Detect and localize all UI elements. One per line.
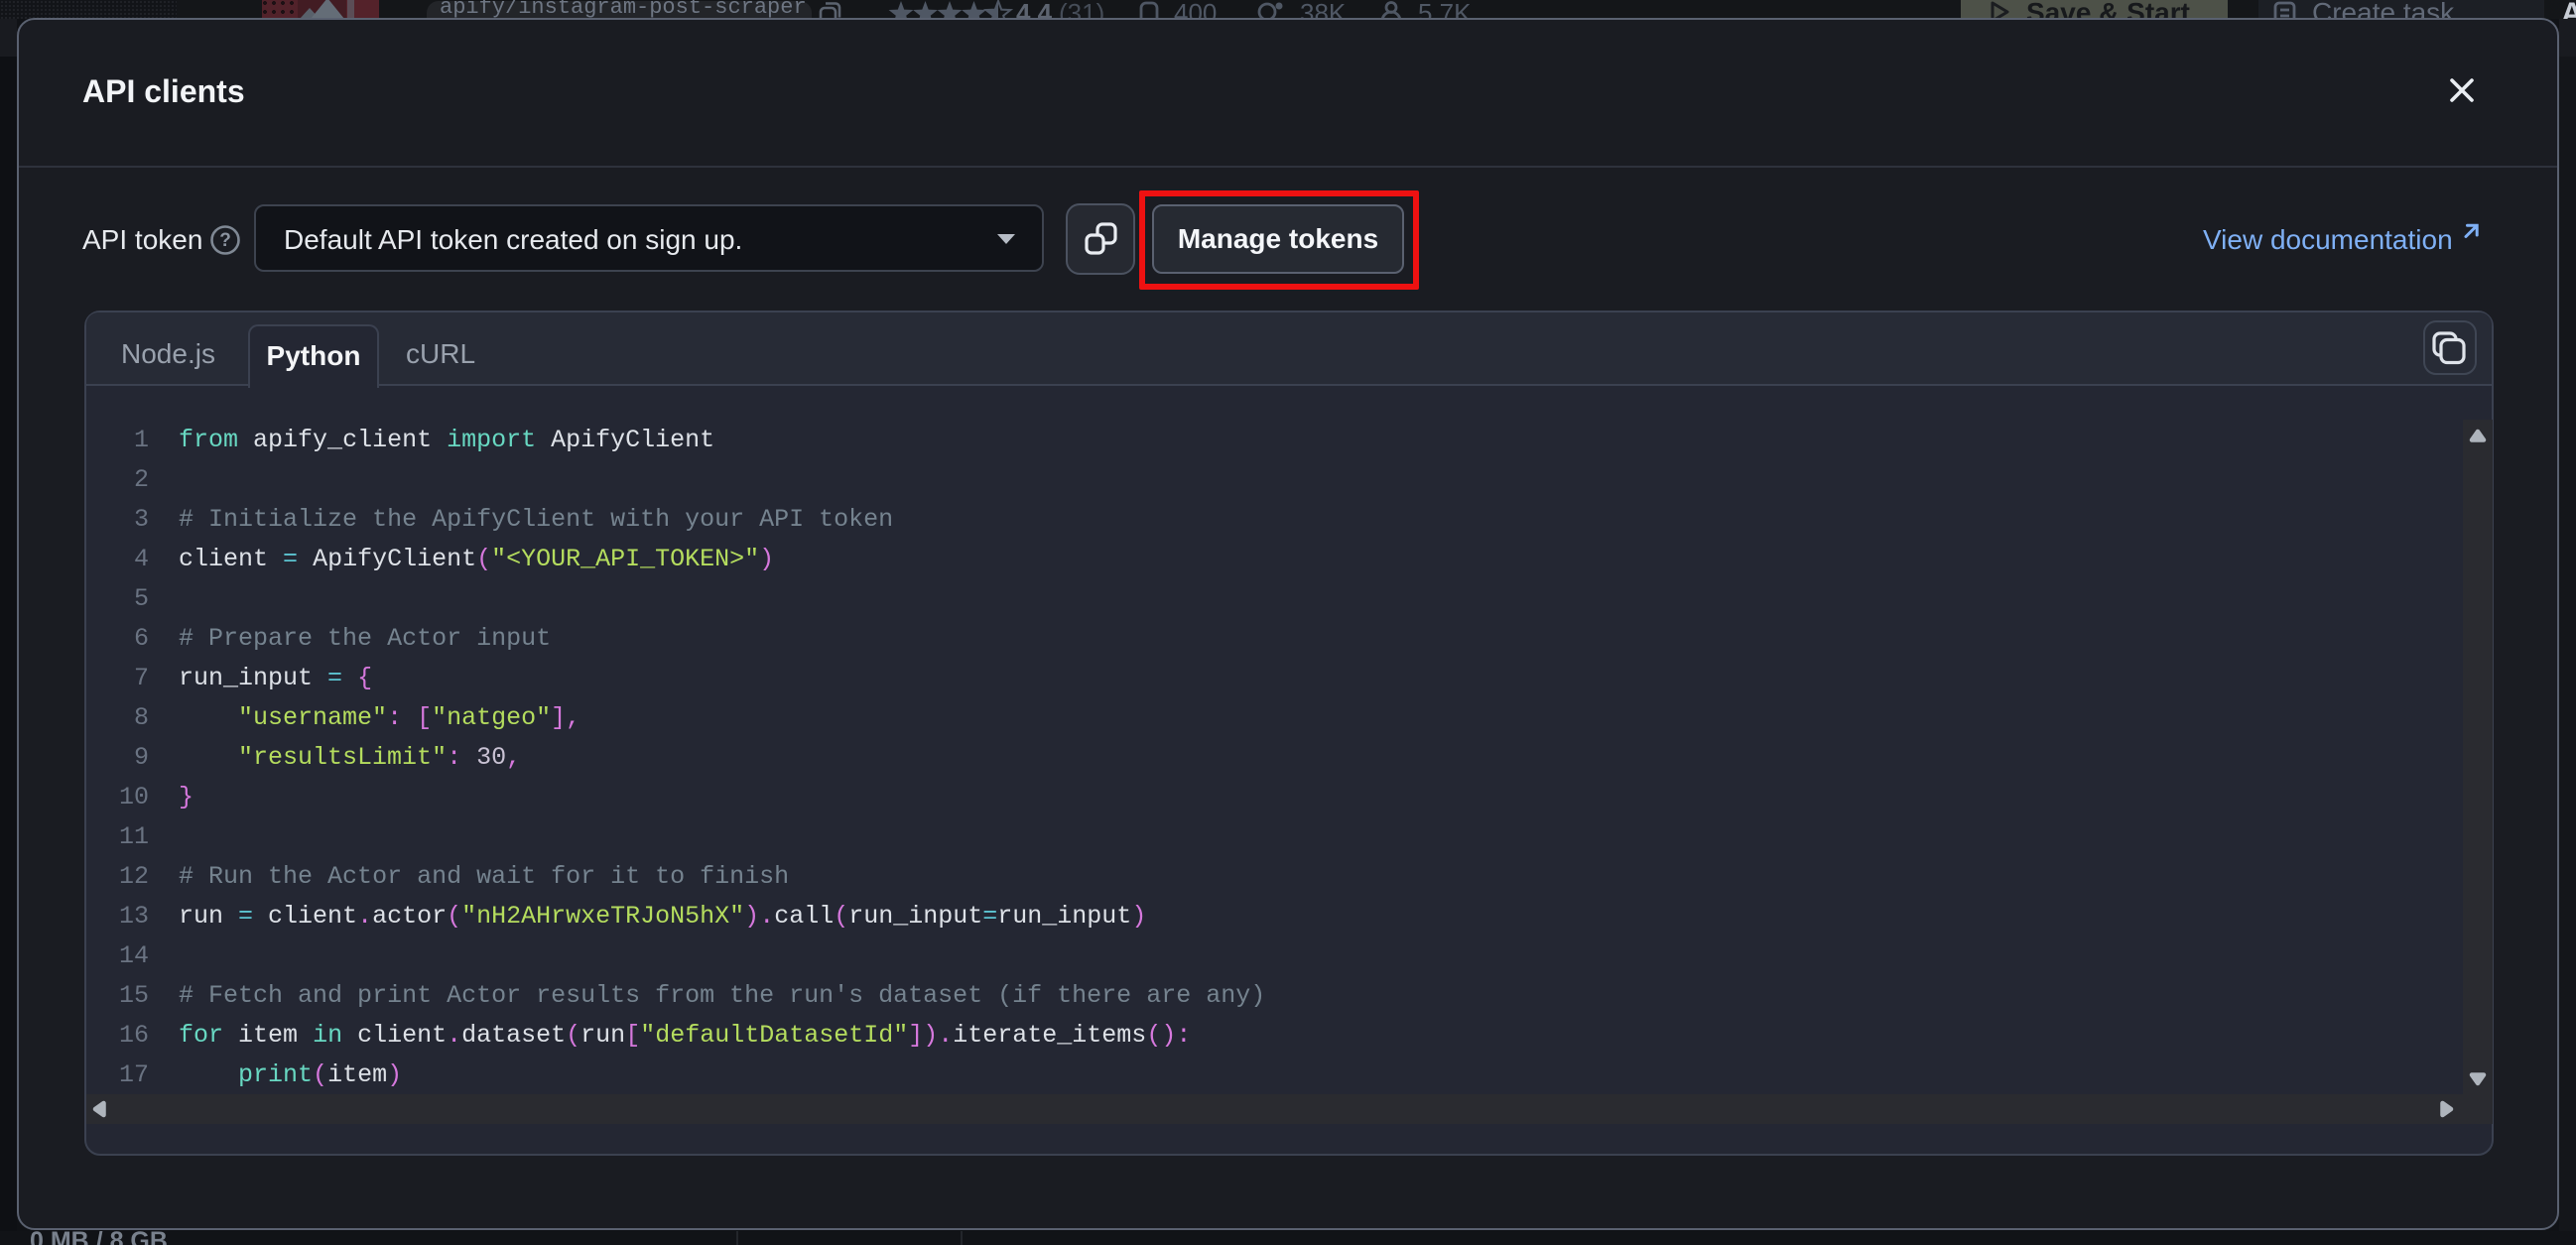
svg-text:?: ? [219,230,231,251]
